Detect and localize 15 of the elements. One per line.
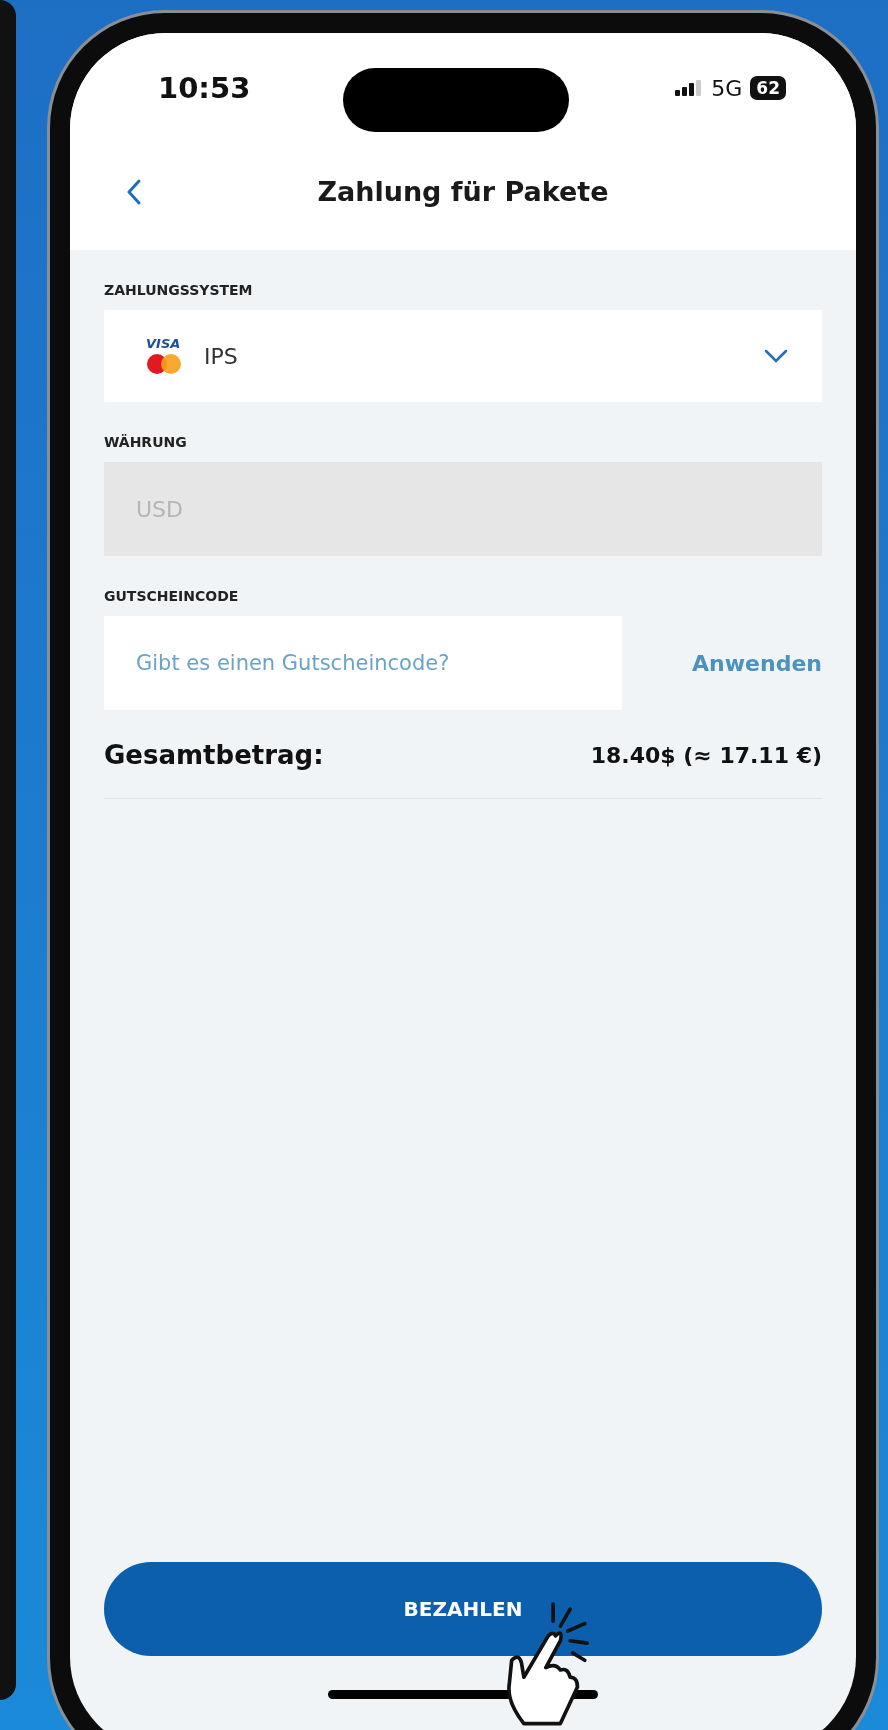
status-time: 10:53 <box>158 71 251 105</box>
back-chevron-icon[interactable] <box>126 177 142 206</box>
payment-system-dropdown[interactable]: VISA IPS <box>104 310 822 402</box>
total-amount: 18.40$ (≈ 17.11 €) <box>590 742 822 768</box>
signal-icon <box>675 80 704 96</box>
chevron-down-icon <box>764 349 788 363</box>
total-label: Gesamtbetrag: <box>104 740 324 770</box>
field-label: ZAHLUNGSSYSTEM <box>104 282 254 298</box>
field-label: GUTSCHEINCODE <box>104 588 240 604</box>
network-label: 5G <box>711 75 743 101</box>
battery-indicator: 62 <box>750 76 786 100</box>
field-label: WÄHRUNG <box>104 434 188 450</box>
page-title: Zahlung für Pakete <box>317 176 609 207</box>
coupon-input-field[interactable]: Gibt es einen Gutscheincode? <box>104 616 622 710</box>
pay-button[interactable]: BEZAHLEN <box>104 1562 822 1656</box>
